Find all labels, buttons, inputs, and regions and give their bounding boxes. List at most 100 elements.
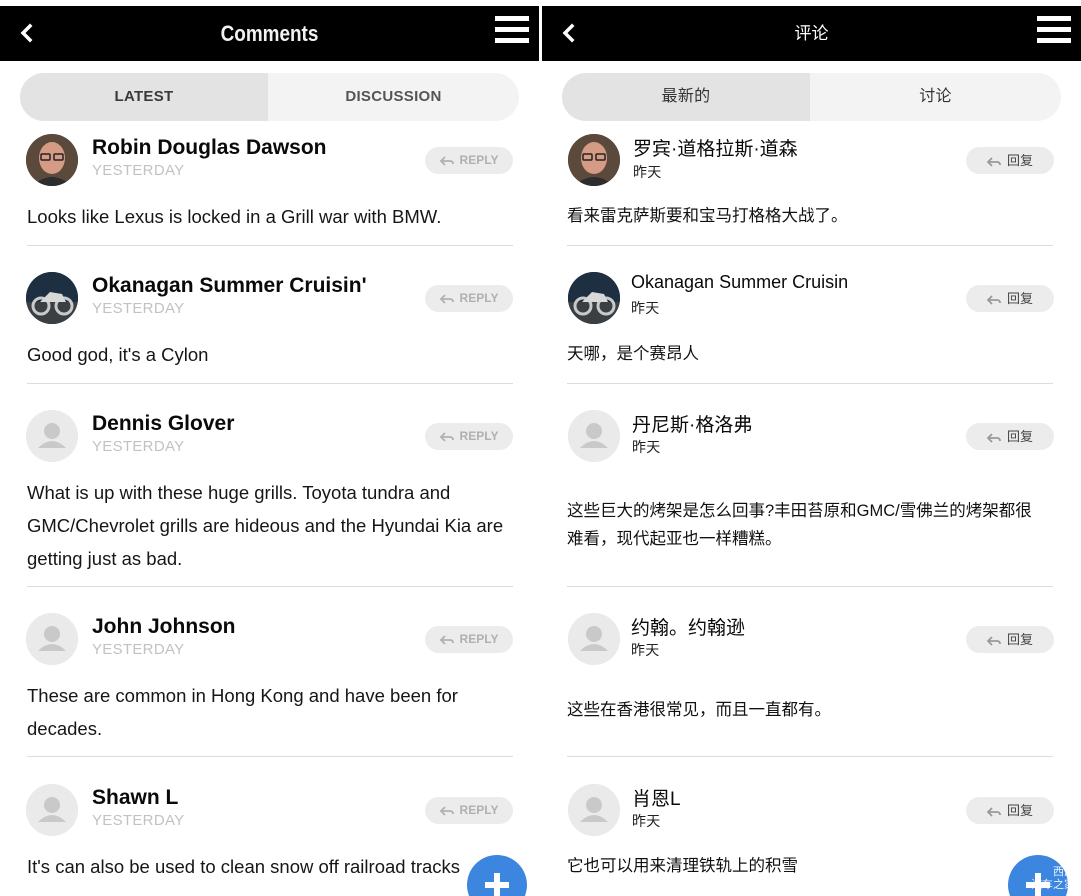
comment-time: 昨天 xyxy=(631,642,660,658)
hamburger-menu-icon[interactable] xyxy=(495,16,529,48)
divider xyxy=(27,245,513,246)
reply-arrow-icon xyxy=(439,806,454,816)
reply-button[interactable]: REPLY xyxy=(425,626,513,653)
comment-time: 昨天 xyxy=(632,439,661,455)
divider xyxy=(567,245,1053,246)
avatar[interactable] xyxy=(568,272,620,324)
default-user-avatar-icon xyxy=(26,410,78,462)
user-photo-avatar-icon xyxy=(568,134,620,186)
comment-author[interactable]: 丹尼斯·格洛弗 xyxy=(632,410,752,437)
user-photo-avatar-icon xyxy=(26,272,78,324)
chinese-comments-panel: 评论 最新的 讨论 罗宾·道格拉斯·道森 昨天 回复 看来雷克萨斯要和宝马打格格… xyxy=(542,0,1081,896)
comment-author[interactable]: Dennis Glover xyxy=(92,412,234,436)
comment-time: YESTERDAY xyxy=(92,812,185,829)
comment-text: 天哪，是个赛昂人 xyxy=(567,345,699,363)
header-bar: Comments xyxy=(0,6,539,61)
reply-arrow-icon xyxy=(986,806,1001,817)
hamburger-menu-icon[interactable] xyxy=(1037,16,1071,48)
divider xyxy=(567,756,1053,757)
reply-label: REPLY xyxy=(459,429,499,443)
comment-author[interactable]: Robin Douglas Dawson xyxy=(92,136,327,160)
tab-bar: LATEST DISCUSSION xyxy=(20,73,519,121)
comment-author[interactable]: Shawn L xyxy=(92,786,178,810)
avatar[interactable] xyxy=(568,410,620,462)
header-bar: 评论 xyxy=(542,6,1081,61)
reply-arrow-icon xyxy=(986,156,1001,167)
avatar[interactable] xyxy=(26,784,78,836)
plus-icon xyxy=(485,873,509,896)
reply-label: 回复 xyxy=(1006,803,1033,818)
user-photo-avatar-icon xyxy=(568,272,620,324)
reply-button[interactable]: 回复 xyxy=(966,423,1054,450)
chevron-left-icon[interactable] xyxy=(16,20,38,46)
comment-author[interactable]: 约翰。约翰逊 xyxy=(631,613,745,640)
comment-text: Looks like Lexus is locked in a Grill wa… xyxy=(27,206,442,227)
reply-button[interactable]: REPLY xyxy=(425,147,513,174)
divider xyxy=(567,586,1053,587)
tab-discussion[interactable]: 讨论 xyxy=(810,73,1061,121)
comment-time: YESTERDAY xyxy=(92,162,185,179)
avatar[interactable] xyxy=(568,134,620,186)
tab-latest[interactable]: 最新的 xyxy=(562,73,810,121)
comment-text: What is up with these huge grills. Toyot… xyxy=(27,482,504,569)
comment-author[interactable]: 罗宾·道格拉斯·道森 xyxy=(633,134,798,161)
reply-arrow-icon xyxy=(986,635,1001,646)
reply-arrow-icon xyxy=(986,432,1001,443)
english-comments-panel: Comments LATEST DISCUSSION Robin Douglas… xyxy=(0,0,539,896)
watermark: 西游 汽车之家 xyxy=(1031,866,1075,892)
comment-author[interactable]: Okanagan Summer Cruisin xyxy=(631,272,848,293)
divider xyxy=(567,383,1053,384)
page-title: Comments xyxy=(220,21,319,46)
reply-button[interactable]: REPLY xyxy=(425,423,513,450)
page-title: 评论 xyxy=(794,24,829,43)
default-user-avatar-icon xyxy=(26,784,78,836)
watermark-line: 汽车之家 xyxy=(1031,879,1075,891)
comment-time: 昨天 xyxy=(632,813,661,829)
reply-button[interactable]: REPLY xyxy=(425,797,513,824)
comment-text: These are common in Hong Kong and have b… xyxy=(27,685,458,739)
comment-author[interactable]: John Johnson xyxy=(92,615,236,639)
divider xyxy=(27,756,513,757)
comment-text: 看来雷克萨斯要和宝马打格格大战了。 xyxy=(567,207,848,225)
watermark-line: 西游 xyxy=(1053,866,1075,878)
comment-text: It's can also be used to clean snow off … xyxy=(27,856,461,877)
reply-label: REPLY xyxy=(459,291,499,305)
avatar[interactable] xyxy=(568,613,620,665)
divider xyxy=(27,586,513,587)
comment-time: YESTERDAY xyxy=(92,300,185,317)
reply-arrow-icon xyxy=(439,294,454,304)
reply-label: 回复 xyxy=(1006,632,1033,647)
comment-time: YESTERDAY xyxy=(92,438,185,455)
reply-label: 回复 xyxy=(1006,153,1033,168)
reply-label: REPLY xyxy=(459,153,499,167)
avatar[interactable] xyxy=(26,613,78,665)
comment-author[interactable]: 肖恩L xyxy=(632,784,681,811)
comment-author[interactable]: Okanagan Summer Cruisin' xyxy=(92,274,367,298)
reply-arrow-icon xyxy=(439,635,454,645)
comment-time: 昨天 xyxy=(633,164,662,180)
avatar[interactable] xyxy=(26,134,78,186)
reply-label: 回复 xyxy=(1006,291,1033,306)
avatar[interactable] xyxy=(26,272,78,324)
reply-button[interactable]: 回复 xyxy=(966,626,1054,653)
tab-discussion[interactable]: DISCUSSION xyxy=(268,73,519,121)
comment-text: 这些巨大的烤架是怎么回事?丰田苔原和GMC/雪佛兰的烤架都很难看，现代起亚也一样… xyxy=(567,502,1032,548)
divider xyxy=(27,383,513,384)
tab-latest[interactable]: LATEST xyxy=(20,73,268,121)
reply-button[interactable]: REPLY xyxy=(425,285,513,312)
reply-arrow-icon xyxy=(986,294,1001,305)
reply-arrow-icon xyxy=(439,432,454,442)
reply-button[interactable]: 回复 xyxy=(966,285,1054,312)
tab-bar: 最新的 讨论 xyxy=(562,73,1061,121)
default-user-avatar-icon xyxy=(568,784,620,836)
avatar[interactable] xyxy=(26,410,78,462)
avatar[interactable] xyxy=(568,784,620,836)
comment-text: Good god, it's a Cylon xyxy=(27,344,209,365)
reply-arrow-icon xyxy=(439,156,454,166)
add-comment-button[interactable] xyxy=(467,855,527,896)
reply-button[interactable]: 回复 xyxy=(966,797,1054,824)
comment-text: 这些在香港很常见，而且一直都有。 xyxy=(567,701,831,719)
comment-time: YESTERDAY xyxy=(92,641,185,658)
default-user-avatar-icon xyxy=(26,613,78,665)
reply-button[interactable]: 回复 xyxy=(966,147,1054,174)
